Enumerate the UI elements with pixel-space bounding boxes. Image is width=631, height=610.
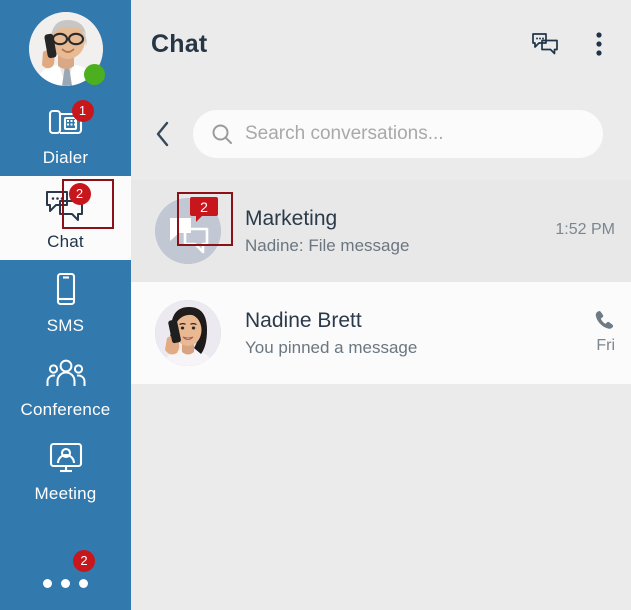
left-nav-sidebar: 1 Dialer 2 Chat SMS Conference Meeting 2 [0,0,131,610]
conversation-avatar-wrap: 2 [155,192,233,264]
contact-avatar [155,300,221,366]
call-button[interactable] [593,309,615,331]
sms-icon-wrap [40,270,92,310]
sidebar-item-sms[interactable]: SMS [0,260,131,344]
meeting-icon-wrap [40,438,92,478]
unread-count-badge: 2 [189,196,219,223]
new-conversation-button[interactable] [531,30,559,58]
conversation-meta: 1:52 PM [555,221,615,241]
conversation-name: Marketing [245,206,338,230]
mobile-phone-icon [56,272,75,306]
online-status-dot [83,64,105,85]
sidebar-item-label-conference: Conference [20,400,111,419]
people-group-icon [46,359,85,386]
sidebar-item-label-sms: SMS [46,316,85,335]
sidebar-item-meeting[interactable]: Meeting [0,428,131,512]
phone-icon [595,311,614,329]
search-input[interactable] [245,110,585,158]
person-photo-icon [155,300,221,366]
sidebar-item-conference[interactable]: Conference [0,344,131,428]
conversation-preview: Nadine: File message [245,235,410,255]
conversation-meta: Fri [563,309,615,357]
more-badge: 2 [73,550,95,572]
conference-icon-wrap [40,354,92,394]
conversation-preview: You pinned a message [245,337,418,357]
back-button[interactable] [145,116,181,152]
overflow-menu-button[interactable] [585,30,613,58]
search-row [131,88,631,180]
dialer-icon-wrap: 1 [40,100,94,142]
sidebar-item-chat[interactable]: 2 Chat [0,176,131,260]
search-icon [212,124,232,144]
sidebar-item-label-chat: Chat [47,232,84,251]
conversation-name: Nadine Brett [245,308,362,332]
search-box[interactable] [193,110,603,158]
panel-header: Chat [131,0,631,88]
sidebar-item-label-meeting: Meeting [34,484,97,503]
chat-main-panel: Chat Search conversations... 2 Marketing… [131,0,631,610]
conversation-row-nadine-brett[interactable]: Nadine Brett You pinned a message Fri [131,282,631,384]
conversation-text: Nadine Brett You pinned a message [221,309,563,358]
dialer-badge: 1 [71,100,94,122]
user-avatar[interactable] [28,12,105,86]
chat-badge: 2 [68,183,91,205]
page-title: Chat [151,29,208,58]
new-conversation-icon [532,33,558,55]
conversation-list: 2 Marketing Nadine: File message 1:52 PM [131,180,631,610]
unread-count-value: 2 [200,199,208,215]
conversation-avatar-wrap [155,300,221,366]
conversation-row-marketing[interactable]: 2 Marketing Nadine: File message 1:52 PM [131,180,631,282]
chevron-left-icon [156,121,169,147]
conversation-text: Marketing Nadine: File message [221,207,555,256]
header-actions [531,30,613,58]
vertical-dots-icon [596,32,602,56]
sidebar-item-dialer[interactable]: 1 Dialer [0,92,131,176]
sidebar-item-label-dialer: Dialer [42,148,89,167]
more-dot [43,579,52,588]
sidebar-more-button[interactable]: 2 [0,550,131,588]
chat-application-window: 1 Dialer 2 Chat SMS Conference Meeting 2… [0,0,631,610]
chat-icon-wrap: 2 [40,179,114,229]
screen-person-icon [49,442,82,473]
conversation-time: 1:52 PM [555,221,615,238]
more-dot [79,579,88,588]
conversation-time: Fri [596,337,615,354]
more-dot [61,579,70,588]
